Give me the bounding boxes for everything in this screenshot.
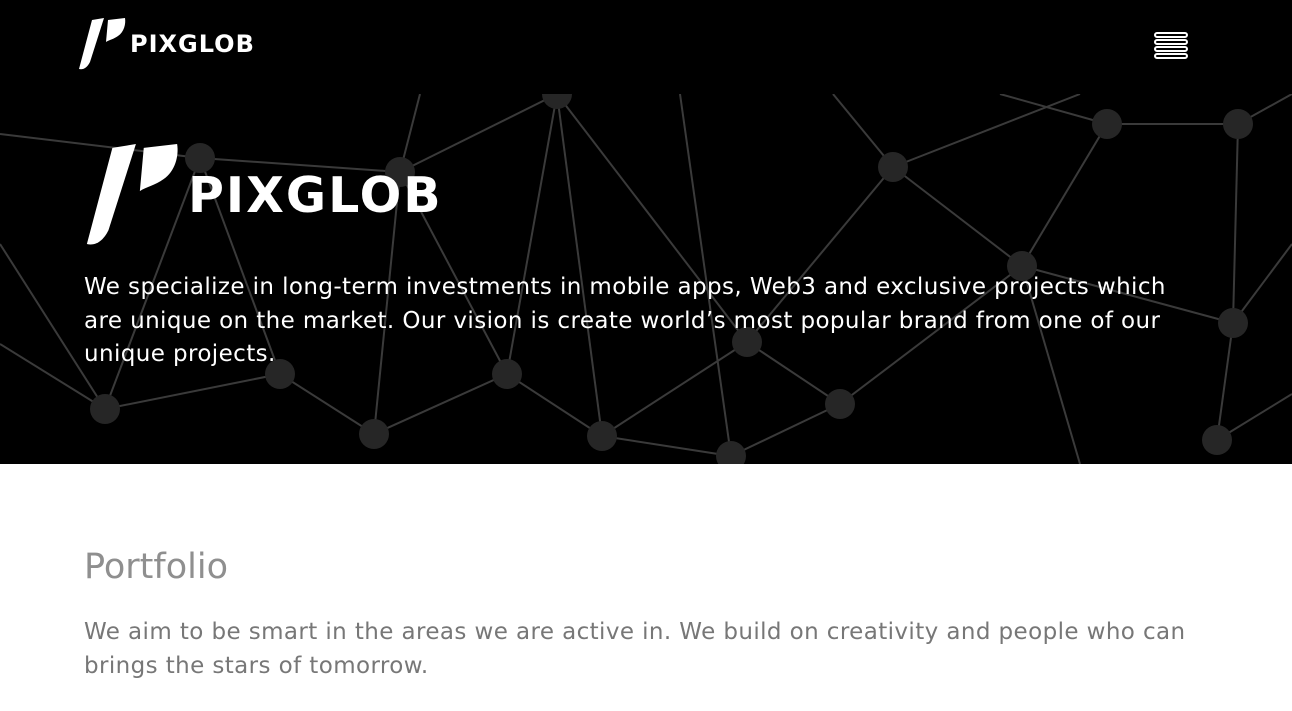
hero-tagline: We specialize in long-term investments i… [84, 274, 1166, 367]
pixglob-logo-icon [86, 144, 178, 245]
portfolio-heading: Portfolio [84, 547, 228, 587]
pixglob-logo-icon [79, 18, 126, 70]
hamburger-menu-icon [1154, 32, 1188, 59]
site-header: PIXGLOB [0, 0, 1292, 94]
hero-section: PIXGLOB We specialize in long-term inves… [0, 94, 1292, 464]
brand-home-link[interactable]: PIXGLOB [78, 18, 255, 70]
portfolio-section: Portfolio We aim to be smart in the area… [0, 464, 1292, 711]
menu-toggle-button[interactable] [1154, 31, 1188, 59]
brand-wordmark: PIXGLOB [130, 30, 255, 58]
hero-logo: PIXGLOB [84, 144, 443, 246]
portfolio-description: We aim to be smart in the areas we are a… [84, 619, 1186, 679]
hero-wordmark: PIXGLOB [188, 167, 443, 224]
